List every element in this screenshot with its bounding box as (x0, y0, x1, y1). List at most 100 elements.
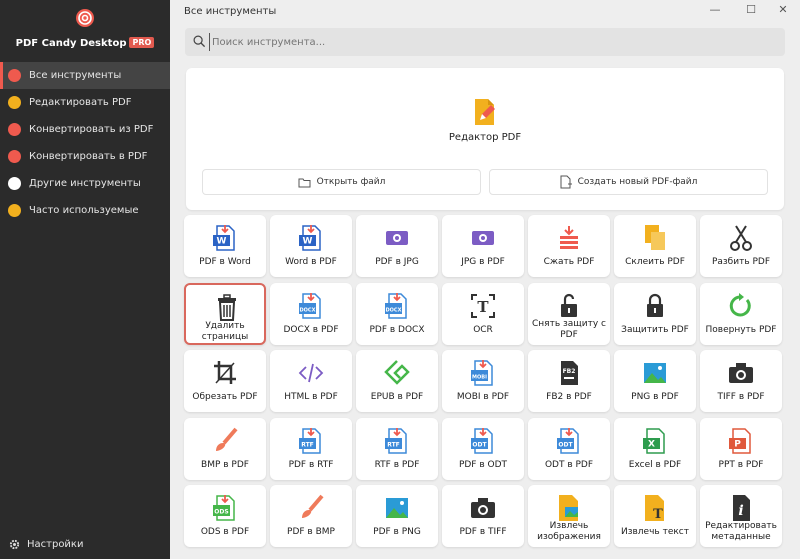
sidebar-item-label: Все инструменты (29, 70, 122, 81)
sidebar: PDF Candy Desktop PRO Все инструменты Реда… (0, 0, 170, 559)
tool-label: PNG в PDF (631, 392, 679, 402)
tool-label: BMP в PDF (201, 459, 249, 470)
tool-tile[interactable]: ODT ODT в PDF (528, 417, 610, 480)
create-new-pdf-button[interactable]: Создать новый PDF-файл (489, 169, 768, 195)
ppt-icon: P (726, 426, 756, 456)
sidebar-item[interactable]: Конвертировать из PDF (0, 116, 170, 143)
tool-tile[interactable]: W Word в PDF (270, 215, 352, 277)
tool-label: FB2 в PDF (546, 392, 592, 402)
tool-tile[interactable]: DOCX PDF в DOCX (356, 282, 438, 345)
rotate-icon (726, 291, 756, 321)
tool-label: Склеить PDF (625, 257, 685, 267)
main-panel: Все инструменты — ☐ ✕ Редактор PDF Откры… (170, 0, 800, 559)
tool-tile[interactable]: DOCX DOCX в PDF (270, 282, 352, 345)
tool-tile[interactable]: Удалить страницы (184, 282, 266, 345)
tool-tile[interactable]: T OCR (442, 282, 524, 345)
sidebar-item-icon (8, 69, 21, 82)
tool-tile[interactable]: X Excel в PDF (614, 417, 696, 480)
tool-label: Удалить страницы (201, 320, 249, 342)
tool-tile[interactable]: W PDF в Word (184, 215, 266, 277)
pdf-editor-card[interactable]: Редактор PDF Открыть файл Создать новый … (186, 68, 784, 210)
sidebar-item-label: Редактировать PDF (29, 97, 132, 108)
tool-tile[interactable]: Разбить PDF (700, 215, 782, 277)
tool-label: EPUB в PDF (370, 392, 424, 402)
tool-tile[interactable]: Снять защиту с PDF (528, 282, 610, 345)
tool-tile[interactable]: JPG в PDF (442, 215, 524, 277)
window-title: Все инструменты (184, 6, 277, 17)
tool-tile[interactable]: FB2 FB2 в PDF (528, 350, 610, 412)
svg-text:DOCX: DOCX (386, 307, 402, 313)
sidebar-item-label: Конвертировать из PDF (29, 124, 154, 135)
search-input[interactable] (209, 33, 769, 51)
svg-text:W: W (303, 237, 313, 247)
tool-tile[interactable]: P PPT в PDF (700, 417, 782, 480)
tool-tile[interactable]: PDF в BMP (270, 485, 352, 547)
folder-icon (298, 178, 311, 187)
pdf-candy-logo-icon (76, 9, 94, 27)
sidebar-item[interactable]: Редактировать PDF (0, 89, 170, 116)
sidebar-item-label: Часто используемые (29, 205, 139, 216)
sidebar-item[interactable]: Другие инструменты (0, 170, 170, 197)
maximize-button[interactable]: ☐ (737, 0, 765, 18)
extract-images-icon (554, 493, 584, 523)
tool-tile[interactable]: i Редактировать метаданные (700, 485, 782, 547)
excel-icon: X (640, 426, 670, 456)
tool-tile[interactable]: PDF в TIFF (442, 485, 524, 547)
scissors-icon (726, 223, 756, 253)
tool-tile[interactable]: ODT PDF в ODT (442, 417, 524, 480)
sidebar-item-label: Конвертировать в PDF (29, 151, 148, 162)
brush-icon (296, 493, 326, 523)
tool-tile[interactable]: ODS ODS в PDF (184, 485, 266, 547)
search-icon (193, 35, 206, 48)
mobi-icon: MOBI (468, 358, 498, 388)
info-icon: i (726, 493, 756, 523)
tool-tile[interactable]: RTF RTF в PDF (356, 417, 438, 480)
tool-tile[interactable]: HTML в PDF (270, 350, 352, 412)
tool-label: Снять защиту с PDF (532, 318, 606, 340)
tool-tile[interactable]: PDF в JPG (356, 215, 438, 277)
tool-tile[interactable]: Обрезать PDF (184, 350, 266, 412)
tool-label: PDF в RTF (288, 459, 334, 470)
settings-button[interactable]: Настройки (8, 538, 83, 551)
pdf-editor-title: Редактор PDF (448, 132, 522, 143)
tool-tile[interactable]: MOBI MOBI в PDF (442, 350, 524, 412)
search-box[interactable] (185, 28, 785, 56)
tool-tile[interactable]: EPUB в PDF (356, 350, 438, 412)
image-icon (468, 223, 498, 253)
close-button[interactable]: ✕ (769, 0, 797, 18)
tool-tile[interactable]: Сжать PDF (528, 215, 610, 277)
tool-label: TIFF в PDF (717, 392, 765, 402)
sidebar-item[interactable]: Конвертировать в PDF (0, 143, 170, 170)
sidebar-item[interactable]: Все инструменты (0, 62, 170, 89)
sidebar-item-label: Другие инструменты (29, 178, 141, 189)
sidebar-item-icon (8, 177, 21, 190)
sidebar-item-icon (8, 150, 21, 163)
tool-tile[interactable]: Извлечь изображения (528, 485, 610, 547)
tool-label: RTF в PDF (374, 459, 420, 470)
camera-icon (468, 493, 498, 523)
tool-label: MOBI в PDF (456, 392, 510, 402)
tool-tile[interactable]: Склеить PDF (614, 215, 696, 277)
tool-tile[interactable]: Повернуть PDF (700, 282, 782, 345)
tool-label: PPT в PDF (718, 459, 764, 470)
tool-tile[interactable]: BMP в PDF (184, 417, 266, 480)
minimize-button[interactable]: — (701, 0, 729, 18)
tool-label: Защитить PDF (621, 324, 689, 335)
tool-tile[interactable]: PDF в PNG (356, 485, 438, 547)
odt-icon: ODT (468, 426, 498, 456)
camera-icon (726, 358, 756, 388)
tool-label: Извлечь изображения (537, 521, 601, 542)
ods-icon: ODS (210, 493, 240, 523)
tool-label: HTML в PDF (284, 392, 338, 402)
docx-icon: DOCX (382, 291, 412, 321)
tool-tile[interactable]: T Извлечь текст (614, 485, 696, 547)
tool-label: ODS в PDF (200, 527, 250, 537)
tool-tile[interactable]: TIFF в PDF (700, 350, 782, 412)
tool-tile[interactable]: RTF PDF в RTF (270, 417, 352, 480)
gear-icon (9, 539, 20, 550)
sidebar-item[interactable]: Часто используемые (0, 197, 170, 224)
open-file-button[interactable]: Открыть файл (202, 169, 481, 195)
tool-tile[interactable]: PNG в PDF (614, 350, 696, 412)
tool-tile[interactable]: Защитить PDF (614, 282, 696, 345)
sidebar-item-icon (8, 96, 21, 109)
